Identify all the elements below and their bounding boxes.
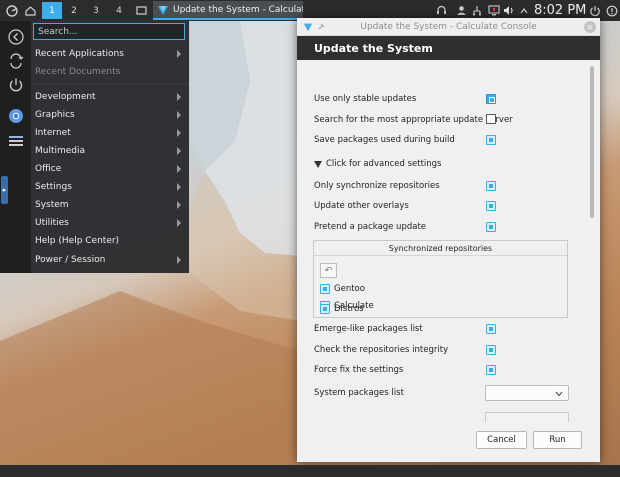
chevron-right-icon	[177, 165, 181, 173]
menu-item-label: Settings	[35, 182, 72, 192]
menu-item-recent-documents: Recent Documents	[31, 63, 189, 81]
advanced-settings-toggle[interactable]: Click for advanced settings	[314, 159, 441, 169]
option-label: Save packages used during build	[314, 135, 455, 145]
option-label: Emerge-like packages list	[314, 324, 423, 334]
menu-item-label: Graphics	[35, 110, 75, 120]
option-label: Pretend a package update	[314, 222, 427, 232]
chevron-right-icon	[177, 147, 181, 155]
sync-repos-header: Synchronized repositories	[314, 241, 567, 256]
back-icon[interactable]	[6, 27, 25, 46]
calculate-app-icon	[303, 23, 313, 32]
emerge-list-checkbox[interactable]	[486, 324, 496, 334]
bottom-panel	[0, 465, 620, 477]
sync-repos-only-checkbox[interactable]	[486, 181, 496, 191]
save-packages-checkbox[interactable]	[486, 135, 496, 145]
menu-item-label: Help (Help Center)	[35, 236, 120, 246]
menu-sidebar	[0, 21, 31, 273]
switch-user-icon[interactable]	[6, 51, 25, 70]
menu-separator	[31, 84, 189, 85]
menu-item-label: Power / Session	[35, 255, 106, 265]
repo-gentoo-checkbox[interactable]	[320, 284, 330, 294]
option-label: Only synchronize repositories	[314, 181, 440, 191]
show-desktop-icon[interactable]	[133, 0, 149, 21]
chevron-right-icon	[177, 201, 181, 209]
repo-distros-checkbox[interactable]	[320, 304, 330, 314]
launcher-icon[interactable]	[4, 0, 20, 21]
menu-item-label: Recent Documents	[35, 67, 121, 77]
menu-item-recent-applications[interactable]: Recent Applications	[31, 45, 189, 63]
notification-icon[interactable]	[605, 0, 618, 21]
home-icon[interactable]	[22, 0, 38, 21]
check-integrity-checkbox[interactable]	[486, 345, 496, 355]
menu-item-development[interactable]: Development	[31, 88, 189, 106]
run-button[interactable]: Run	[533, 431, 582, 449]
update-system-dialog: Update the System - Calculate Console × …	[297, 18, 600, 462]
option-label: Force fix the settings	[314, 365, 404, 375]
panel-edge-handle[interactable]: ▸	[1, 176, 8, 204]
menu-item-office[interactable]: Office	[31, 160, 189, 178]
menu-item-label: Development	[35, 92, 96, 102]
menu-item-label: Recent Applications	[35, 49, 124, 59]
desktop-3-button[interactable]: 3	[86, 2, 106, 19]
option-label: Search for the most appropriate update s…	[314, 115, 513, 125]
shutdown-icon[interactable]	[6, 75, 25, 94]
cancel-button[interactable]: Cancel	[476, 431, 527, 449]
menu-item-label: Utilities	[35, 218, 69, 228]
chevron-right-icon	[177, 129, 181, 137]
search-server-checkbox[interactable]	[486, 114, 496, 124]
application-menu: Recent Applications Recent Documents Dev…	[0, 21, 189, 273]
chromium-icon[interactable]	[6, 106, 25, 125]
close-icon[interactable]: ×	[584, 21, 596, 33]
chevron-right-icon	[177, 50, 181, 58]
menu-item-internet[interactable]: Internet	[31, 124, 189, 142]
repo-label: Gentoo	[334, 284, 365, 294]
triangle-down-icon	[314, 160, 322, 168]
menu-item-label: Office	[35, 164, 62, 174]
stable-updates-checkbox[interactable]	[486, 94, 496, 104]
dialog-window-title: Update the System - Calculate Console	[360, 21, 537, 32]
chevron-right-icon	[177, 219, 181, 227]
option-label: Use only stable updates	[314, 94, 417, 104]
dialog-body: Use only stable updates Search for the m…	[297, 60, 600, 425]
calculate-app-icon	[158, 5, 168, 15]
menu-item-label: Multimedia	[35, 146, 86, 156]
search-input[interactable]	[33, 23, 185, 40]
menu-item-multimedia[interactable]: Multimedia	[31, 142, 189, 160]
task-title: Update the System - Calculate Conso...	[173, 4, 303, 15]
pin-icon[interactable]	[317, 23, 325, 31]
desktop-2-button[interactable]: 2	[64, 2, 84, 19]
force-fix-checkbox[interactable]	[486, 365, 496, 375]
update-overlays-checkbox[interactable]	[486, 201, 496, 211]
next-field-partial	[485, 412, 569, 422]
dialog-titlebar[interactable]: Update the System - Calculate Console ×	[297, 18, 600, 36]
menu-item-system[interactable]: System	[31, 196, 189, 214]
menu-item-power-session[interactable]: Power / Session	[31, 251, 189, 269]
task-update-system[interactable]: Update the System - Calculate Conso...	[153, 1, 303, 20]
repo-label: Distros	[334, 304, 364, 314]
system-packages-label: System packages list	[314, 388, 404, 398]
menu-item-utilities[interactable]: Utilities	[31, 214, 189, 232]
menu-item-label: System	[35, 200, 69, 210]
menu-item-graphics[interactable]: Graphics	[31, 106, 189, 124]
menu-item-settings[interactable]: Settings	[31, 178, 189, 196]
option-label: Check the repositories integrity	[314, 345, 449, 355]
pretend-update-checkbox[interactable]	[486, 222, 496, 232]
chevron-right-icon	[177, 93, 181, 101]
dialog-header: Update the System	[297, 36, 600, 60]
desktop-1-button[interactable]: 1	[42, 2, 62, 19]
undo-icon[interactable]: ↶	[320, 263, 337, 278]
chevron-right-icon	[177, 183, 181, 191]
chevron-right-icon	[177, 111, 181, 119]
menu-item-help[interactable]: Help (Help Center)	[31, 232, 189, 250]
advanced-settings-label: Click for advanced settings	[326, 159, 442, 169]
desktop-4-button[interactable]: 4	[109, 2, 129, 19]
chevron-down-icon	[555, 391, 563, 397]
system-packages-select[interactable]	[485, 385, 569, 401]
settings-panel-icon[interactable]	[6, 131, 25, 150]
dialog-scrollbar[interactable]	[590, 66, 594, 218]
chevron-right-icon	[177, 256, 181, 264]
menu-item-label: Internet	[35, 128, 71, 138]
option-label: Update other overlays	[314, 201, 409, 211]
